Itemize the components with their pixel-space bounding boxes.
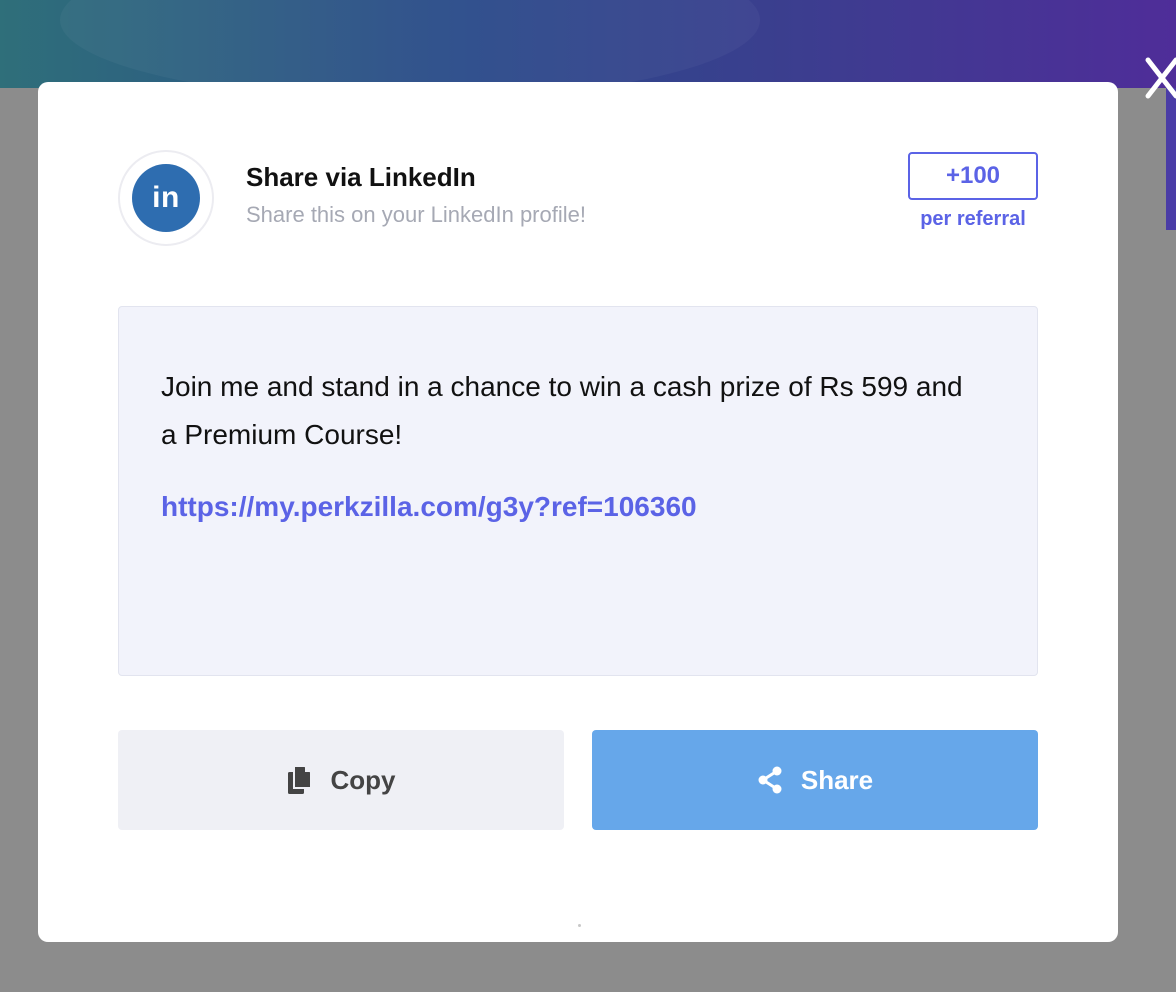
linkedin-avatar: in — [118, 150, 214, 246]
modal-title: Share via LinkedIn — [246, 162, 476, 192]
pagination-dot — [578, 924, 581, 927]
share-button-label: Share — [800, 764, 874, 795]
copy-icon — [287, 765, 312, 794]
close-icon — [1145, 57, 1176, 99]
copy-button-label: Copy — [330, 764, 396, 795]
referral-link[interactable]: https://my.perkzilla.com/g3y?ref=106360 — [161, 491, 697, 523]
close-button[interactable] — [1140, 52, 1176, 102]
points-badge: +100 — [908, 152, 1038, 200]
page-header-background — [0, 0, 1176, 100]
copy-button[interactable]: Copy — [118, 730, 564, 830]
share-modal: in Share via LinkedIn Share this on your… — [38, 82, 1118, 942]
page-accent-strip — [1166, 88, 1176, 230]
modal-subtitle: Share this on your LinkedIn profile! — [246, 202, 586, 227]
linkedin-icon: in — [132, 164, 200, 232]
share-button[interactable]: Share — [592, 730, 1038, 830]
share-message-box: Join me and stand in a chance to win a c… — [118, 306, 1038, 676]
share-message-text: Join me and stand in a chance to win a c… — [161, 371, 963, 450]
share-icon — [758, 766, 782, 794]
points-caption: per referral — [920, 208, 1026, 230]
linkedin-icon-text: in — [152, 181, 180, 214]
